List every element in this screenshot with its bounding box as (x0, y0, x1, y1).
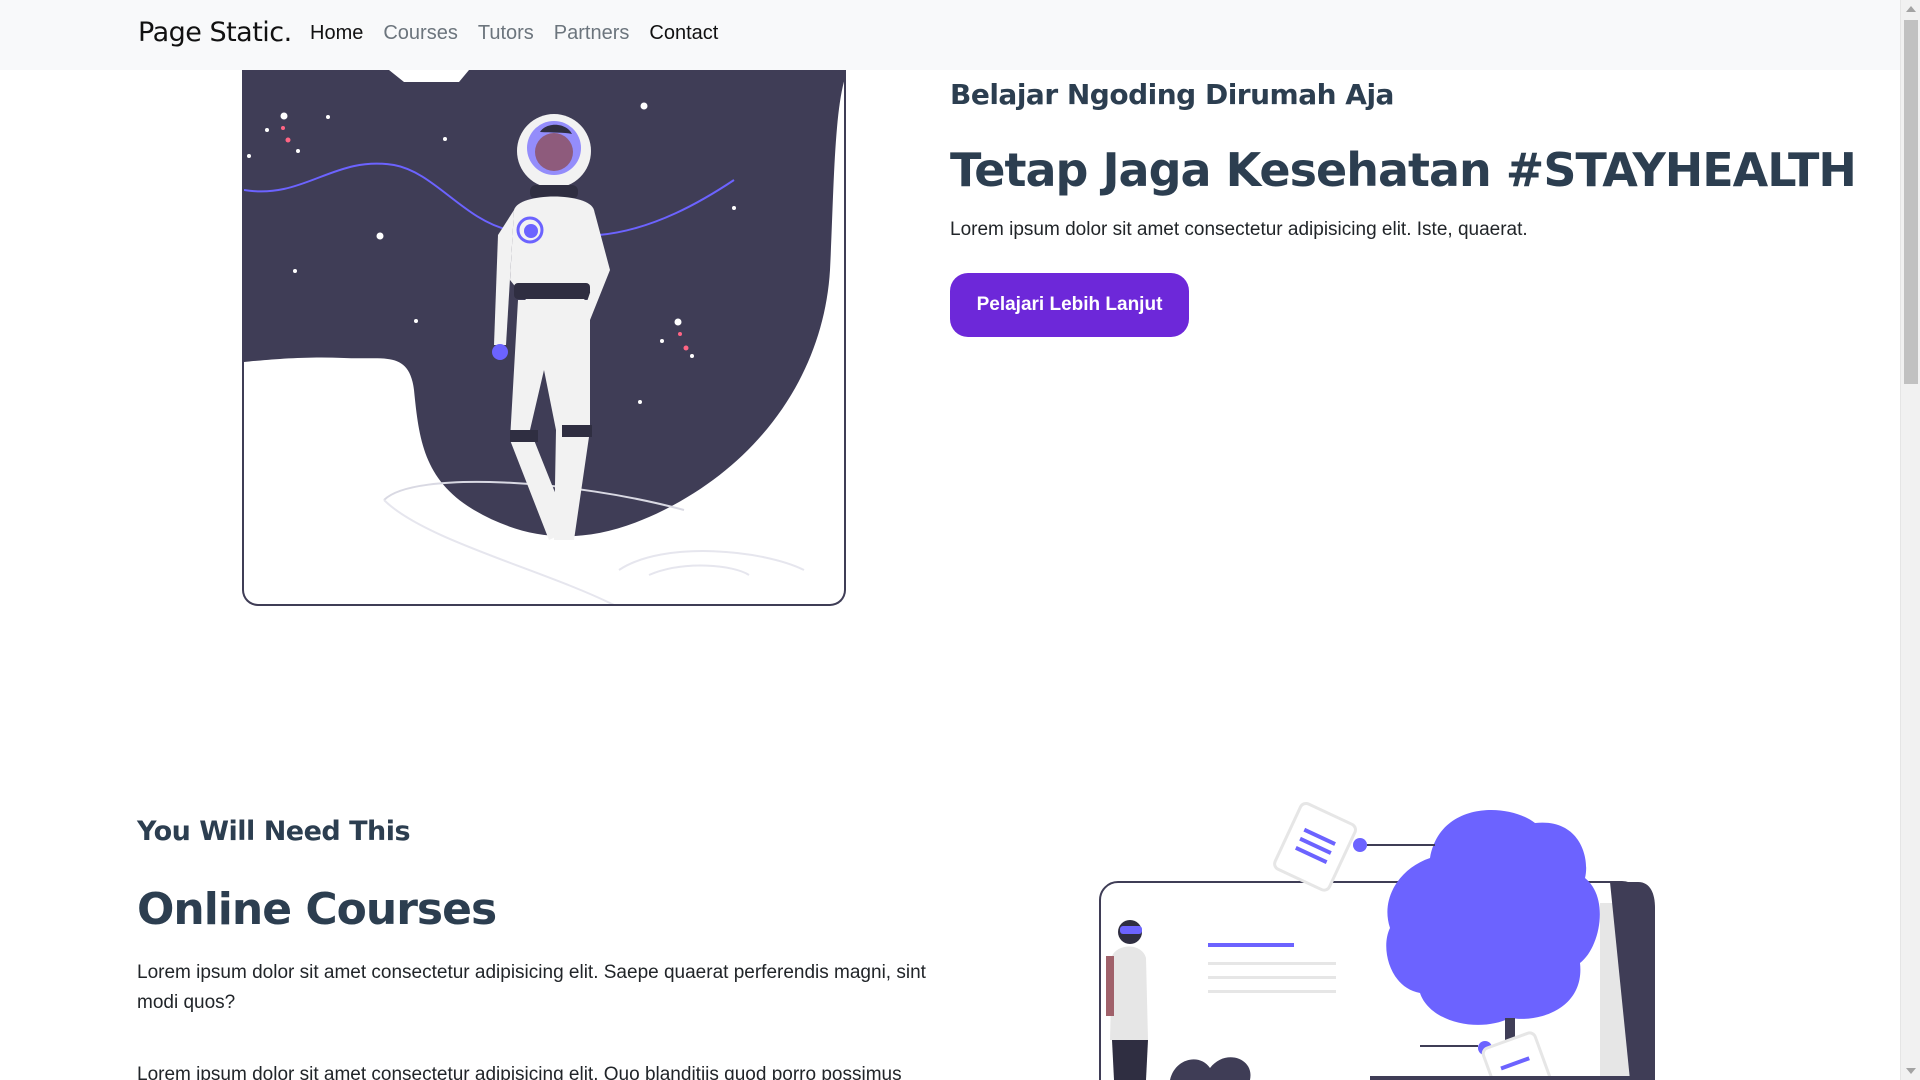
hero-illustration (242, 70, 846, 606)
nav-link-home[interactable]: Home (310, 22, 363, 45)
nav-link-partners[interactable]: Partners (554, 22, 630, 45)
astronaut-illustration (244, 70, 844, 604)
section-paragraph-1: Lorem ipsum dolor sit amet consectetur a… (137, 962, 926, 1013)
nav-link-contact[interactable]: Contact (649, 22, 718, 45)
nav-link-courses[interactable]: Courses (383, 22, 457, 45)
section-kicker: You Will Need This (137, 816, 411, 847)
scroll-up-icon[interactable] (1906, 6, 1916, 12)
page-scrollbar[interactable] (1900, 0, 1920, 1080)
scroll-down-icon[interactable] (1906, 1068, 1916, 1074)
online-courses-illustration (1090, 798, 1690, 1080)
hero-kicker: Belajar Ngoding Dirumah Aja (950, 78, 1394, 111)
hero-text: Lorem ipsum dolor sit amet consectetur a… (950, 219, 1528, 240)
online-learning-illustration (1099, 801, 1655, 1080)
scrollbar-thumb[interactable] (1904, 20, 1918, 384)
nav-link-tutors[interactable]: Tutors (478, 22, 534, 45)
hero-title: Tetap Jaga Kesehatan #STAYHEALTH (950, 143, 1857, 197)
brand-logo[interactable]: Page Static. (138, 17, 292, 48)
section-title: Online Courses (137, 884, 497, 935)
section-paragraph-2: Lorem ipsum dolor sit amet consectetur a… (137, 1064, 902, 1080)
learn-more-button[interactable]: Pelajari Lebih Lanjut (950, 273, 1189, 337)
nav-links: Home Courses Tutors Partners Contact (310, 22, 718, 45)
navbar: Page Static. Home Courses Tutors Partner… (0, 0, 1900, 70)
